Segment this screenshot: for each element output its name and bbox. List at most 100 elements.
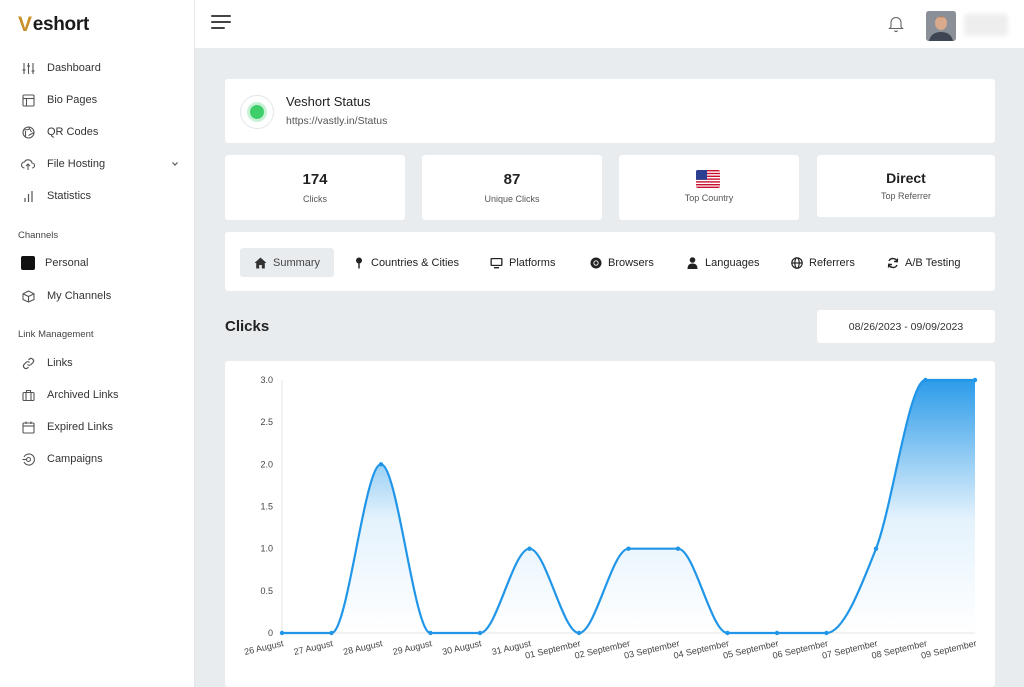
globe-icon: [790, 256, 803, 269]
sidebar-item-statistics[interactable]: Statistics: [0, 183, 195, 209]
data-point-2[interactable]: [378, 462, 384, 467]
tab-label: Referrers: [809, 256, 855, 269]
data-point-10[interactable]: [774, 630, 780, 636]
tab-label: Browsers: [608, 256, 654, 269]
x-tick-label: 29 August: [392, 638, 434, 657]
tab-browsers[interactable]: Browsers: [589, 248, 654, 277]
calendar-icon: [21, 420, 35, 434]
stat-card-top-referrer: Direct Top Referrer: [817, 155, 995, 217]
map-pin-icon: [352, 256, 365, 269]
sidebar-item-dashboard[interactable]: Dashboard: [0, 55, 195, 81]
sidebar-item-my-channels[interactable]: My Channels: [0, 283, 195, 309]
x-tick-label: 04 September: [673, 638, 730, 660]
us-flag-icon: [696, 170, 720, 188]
data-point-11[interactable]: [824, 630, 829, 636]
sidebar-item-label: Dashboard: [47, 62, 101, 74]
x-tick-label: 08 September: [871, 638, 928, 660]
y-tick-label: 1.5: [260, 502, 273, 512]
sidebar-item-label: Bio Pages: [47, 94, 98, 106]
avatar[interactable]: [926, 11, 956, 41]
link-management-section-label: Link Management: [18, 329, 94, 340]
data-point-8[interactable]: [675, 546, 681, 551]
stat-card-clicks: 174 Clicks: [225, 155, 405, 220]
data-point-12[interactable]: [873, 546, 879, 551]
sidebar-item-expired-links[interactable]: Expired Links: [0, 414, 195, 440]
logo-text: eshort: [32, 14, 90, 35]
clicks-chart-svg: 0 0.5 1.0 1.5 2.0 2.5 3.0 26 August 27 August 28…: [243, 375, 978, 661]
x-tick-label: 01 September: [524, 638, 581, 660]
sidebar-item-archived-links[interactable]: Archived Links: [0, 382, 195, 408]
sidebar-item-label: File Hosting: [47, 158, 106, 170]
tab-label: A/B Testing: [905, 256, 961, 269]
link-url[interactable]: https://vastly.in/Status: [286, 115, 387, 127]
tab-label: Countries & Cities: [371, 256, 460, 269]
menu-toggle-icon[interactable]: [211, 15, 231, 33]
sidebar-item-label: Statistics: [47, 190, 92, 202]
layout-icon: [21, 93, 35, 107]
sidebar-item-label: My Channels: [47, 290, 112, 302]
x-tick-label: 28 August: [342, 638, 384, 657]
data-point-9[interactable]: [725, 630, 730, 636]
tab-platforms[interactable]: Platforms: [490, 248, 555, 277]
sliders-icon: [21, 61, 35, 75]
chevron-down-icon[interactable]: [171, 159, 179, 171]
clicks-heading: Clicks: [225, 318, 270, 335]
x-tick-label: 07 September: [821, 638, 878, 660]
chart-area-fill: [282, 380, 975, 633]
x-tick-label: 27 August: [293, 638, 335, 657]
status-dot-icon: [250, 105, 264, 119]
data-point-13[interactable]: [923, 377, 928, 383]
monitor-icon: [490, 256, 503, 269]
sidebar-item-personal[interactable]: Personal: [0, 250, 195, 276]
sidebar-item-links[interactable]: Links: [0, 350, 195, 376]
tab-languages[interactable]: Languages: [686, 248, 759, 277]
y-tick-label: 3.0: [260, 375, 273, 385]
sidebar: Veshort Dashboard Bio Pages QR Codes Fil…: [0, 0, 195, 687]
bar-chart-icon: [21, 189, 35, 203]
stat-label: Top Country: [684, 193, 734, 203]
briefcase-icon: [21, 388, 35, 402]
stat-label: Top Referrer: [880, 191, 932, 201]
tab-referrers[interactable]: Referrers: [790, 248, 855, 277]
sidebar-item-label: Campaigns: [47, 453, 103, 465]
data-point-1[interactable]: [329, 630, 334, 636]
data-point-7[interactable]: [626, 546, 631, 551]
tab-ab-testing[interactable]: A/B Testing: [886, 248, 960, 277]
user-icon: [686, 256, 699, 269]
sidebar-item-qr-codes[interactable]: QR Codes: [0, 119, 195, 145]
sidebar-item-file-hosting[interactable]: File Hosting: [0, 151, 195, 177]
sidebar-item-campaigns[interactable]: Campaigns: [0, 446, 195, 472]
app-logo[interactable]: Veshort: [18, 12, 89, 38]
stat-label: Clicks: [303, 194, 327, 204]
aperture-icon: [21, 125, 35, 139]
y-tick-label: 2.5: [260, 417, 273, 427]
data-point-14[interactable]: [972, 377, 978, 383]
data-point-3[interactable]: [428, 630, 433, 636]
tab-summary[interactable]: Summary: [240, 248, 335, 277]
sidebar-item-label: Personal: [45, 257, 89, 269]
link-title: Veshort Status: [286, 94, 371, 109]
stat-card-top-country: Top Country: [619, 155, 799, 220]
date-range-picker[interactable]: 08/26/2023 - 09/09/2023: [817, 310, 995, 343]
x-tick-label: 06 September: [772, 638, 829, 660]
bell-icon[interactable]: [888, 15, 906, 33]
x-tick-label: 09 September: [920, 638, 977, 660]
data-point-0[interactable]: [279, 630, 285, 636]
tab-label: Platforms: [509, 256, 556, 269]
data-point-4[interactable]: [477, 630, 483, 636]
clicks-chart: 0 0.5 1.0 1.5 2.0 2.5 3.0 26 August 27 August 28…: [225, 361, 995, 687]
username-placeholder[interactable]: [964, 14, 1008, 36]
target-icon: [21, 452, 35, 466]
logo-v: V: [18, 13, 32, 36]
topbar: [195, 0, 1024, 48]
y-tick-label: 0: [268, 628, 273, 638]
sidebar-item-bio-pages[interactable]: Bio Pages: [0, 87, 195, 113]
stat-card-unique-clicks: 87 Unique Clicks: [422, 155, 602, 220]
stat-value: Direct: [886, 170, 926, 186]
tab-countries-cities[interactable]: Countries & Cities: [352, 248, 459, 277]
data-point-5[interactable]: [527, 546, 532, 551]
chrome-icon: [589, 256, 602, 269]
tab-label: Languages: [705, 256, 760, 269]
home-icon: [254, 256, 267, 269]
data-point-6[interactable]: [576, 630, 582, 636]
